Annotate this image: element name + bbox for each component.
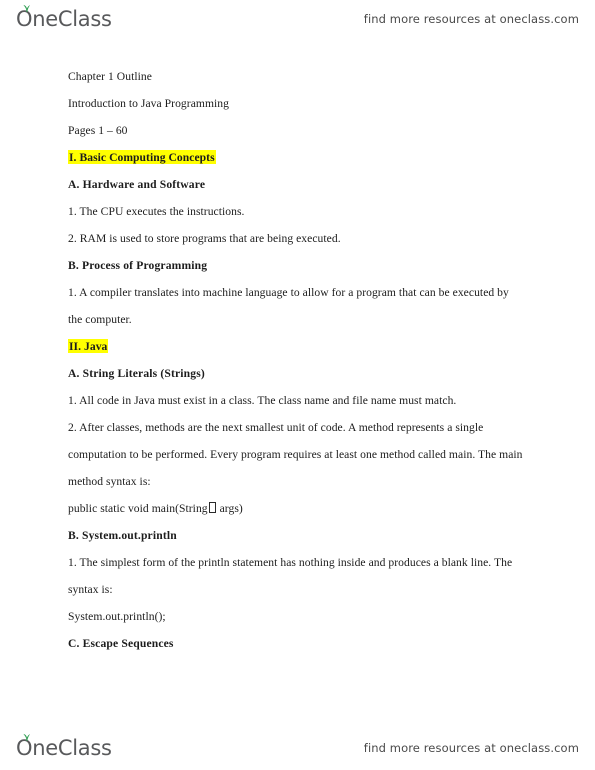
doc-line-item-2b-1-cont: syntax is: (68, 583, 113, 596)
doc-line-title: Chapter 1 Outline (68, 70, 152, 83)
doc-line-item-2a-2-cont2: method syntax is: (68, 475, 151, 488)
oneclass-logo-header: O neClass (16, 4, 112, 31)
code-text-before-brackets: public static void main(String (68, 502, 208, 515)
doc-line-code-println: System.out.println(); (68, 610, 166, 623)
doc-line-item-1b-1: 1. A compiler translates into machine la… (68, 286, 509, 299)
doc-line-heading-2c: C. Escape Sequences (68, 637, 174, 650)
doc-line-heading-2b: B. System.out.println (68, 529, 177, 542)
doc-line-heading-2a: A. String Literals (Strings) (68, 367, 205, 380)
logo-letter-o: O (16, 733, 33, 759)
highlighted-heading: I. Basic Computing Concepts (68, 150, 216, 164)
doc-line-item-2a-2: 2. After classes, methods are the next s… (68, 421, 484, 434)
promo-text-footer: find more resources at oneclass.com (363, 741, 579, 755)
doc-line-subtitle: Introduction to Java Programming (68, 97, 229, 110)
doc-line-code-main: public static void main(String args) (68, 495, 538, 522)
doc-line-item-2a-2-cont1: computation to be performed. Every progr… (68, 448, 523, 461)
doc-line-section-2: II. Java (68, 333, 538, 360)
page-footer: O neClass find more resources at oneclas… (0, 731, 595, 765)
doc-line-item-2a-1: 1. All code in Java must exist in a clas… (68, 394, 457, 407)
leaf-icon (23, 733, 31, 741)
missing-glyph-box-icon (208, 502, 216, 513)
highlighted-heading: II. Java (68, 339, 109, 353)
page-header: O neClass find more resources at oneclas… (0, 2, 595, 36)
doc-line-heading-1a: A. Hardware and Software (68, 178, 206, 191)
leaf-icon (23, 4, 31, 12)
code-text-after-brackets: args) (216, 502, 243, 515)
logo-letter-o: O (16, 4, 33, 30)
doc-line-item-2b-1: 1. The simplest form of the println stat… (68, 556, 513, 569)
doc-line-item-1a-2: 2. RAM is used to store programs that ar… (68, 232, 341, 245)
doc-line-section-1: I. Basic Computing Concepts (68, 144, 538, 171)
oneclass-logo-footer: O neClass (16, 733, 112, 760)
logo-remaining-letters: neClass (32, 735, 112, 760)
doc-line-item-1a-1: 1. The CPU executes the instructions. (68, 205, 245, 218)
document-content: Chapter 1 Outline Introduction to Java Pr… (68, 63, 538, 657)
doc-line-heading-1b: B. Process of Programming (68, 259, 208, 272)
promo-text-header: find more resources at oneclass.com (363, 12, 579, 26)
doc-line-pages: Pages 1 – 60 (68, 124, 128, 137)
doc-line-item-1b-1-cont: the computer. (68, 313, 132, 326)
logo-remaining-letters: neClass (32, 6, 112, 31)
